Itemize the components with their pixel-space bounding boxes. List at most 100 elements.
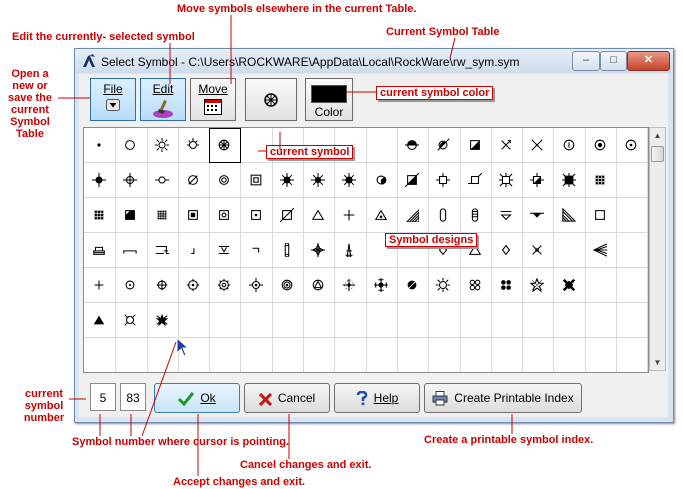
symbol-cell[interactable] — [365, 163, 398, 198]
symbol-cell[interactable] — [241, 338, 273, 372]
symbol-cell[interactable] — [428, 198, 461, 233]
symbol-cell[interactable] — [397, 338, 430, 372]
move-button[interactable]: Move — [190, 78, 236, 121]
symbol-cell[interactable] — [428, 303, 461, 338]
symbol-cell[interactable] — [146, 268, 179, 303]
symbol-cell[interactable] — [459, 268, 492, 303]
symbol-cell[interactable] — [334, 233, 367, 268]
symbol-cell[interactable] — [177, 198, 211, 233]
color-button[interactable]: Color — [305, 78, 353, 121]
symbol-cell[interactable] — [553, 163, 586, 198]
scroll-up-arrow-icon[interactable]: ▲ — [650, 128, 665, 143]
symbol-cell[interactable] — [84, 303, 117, 338]
edit-button[interactable]: Edit — [140, 78, 186, 121]
symbol-cell[interactable] — [272, 338, 305, 372]
symbol-cell[interactable] — [490, 163, 524, 198]
symbol-cell[interactable] — [209, 128, 242, 163]
cancel-button[interactable]: Cancel — [244, 383, 330, 413]
symbol-cell[interactable] — [303, 268, 336, 303]
create-printable-index-button[interactable]: Create Printable Index — [424, 383, 582, 413]
symbol-cell[interactable] — [459, 198, 492, 233]
symbol-cell[interactable] — [240, 268, 273, 303]
symbol-cell[interactable] — [397, 198, 430, 233]
symbol-cell[interactable] — [616, 128, 648, 163]
symbol-cell[interactable] — [584, 233, 618, 268]
symbol-cell[interactable] — [522, 128, 555, 163]
symbol-cell[interactable] — [271, 163, 305, 198]
symbol-cell[interactable] — [553, 198, 586, 233]
vertical-scrollbar[interactable]: ▲ ▼ — [649, 127, 666, 371]
scroll-thumb[interactable] — [651, 146, 664, 162]
symbol-cell[interactable] — [365, 198, 398, 233]
symbol-cell[interactable] — [271, 233, 305, 268]
symbol-cell[interactable] — [303, 163, 336, 198]
symbol-cell[interactable] — [271, 303, 305, 338]
symbol-cell[interactable] — [334, 163, 367, 198]
symbol-cell[interactable] — [616, 233, 648, 268]
file-button[interactable]: File — [90, 78, 136, 121]
symbol-cell[interactable] — [428, 163, 461, 198]
symbol-cell[interactable] — [522, 163, 555, 198]
symbol-cell[interactable] — [365, 268, 398, 303]
symbol-cell[interactable] — [209, 233, 242, 268]
symbol-cell[interactable] — [177, 303, 211, 338]
close-button[interactable]: ✕ — [627, 51, 670, 71]
symbol-cell[interactable] — [146, 198, 179, 233]
symbol-cell[interactable] — [397, 163, 430, 198]
symbol-cell[interactable] — [397, 128, 430, 163]
symbol-cell[interactable] — [584, 303, 618, 338]
scroll-down-arrow-icon[interactable]: ▼ — [650, 355, 665, 370]
symbol-cell[interactable] — [553, 268, 586, 303]
symbol-cell[interactable] — [240, 198, 273, 233]
title-bar[interactable]: Select Symbol - C:\Users\ROCKWARE\AppDat… — [75, 49, 673, 73]
symbol-cell[interactable] — [522, 198, 555, 233]
symbol-cell[interactable] — [490, 198, 524, 233]
symbol-cell[interactable] — [553, 303, 586, 338]
symbol-cell[interactable] — [209, 163, 242, 198]
symbol-cell[interactable] — [209, 268, 242, 303]
help-button[interactable]: Help — [334, 383, 420, 413]
symbol-cell[interactable] — [115, 163, 148, 198]
symbol-cell[interactable] — [303, 233, 336, 268]
symbol-cell[interactable] — [115, 128, 148, 163]
symbol-cell[interactable] — [366, 338, 398, 372]
symbol-cell[interactable] — [209, 338, 242, 372]
symbol-cell[interactable] — [522, 338, 555, 372]
symbol-cell[interactable] — [522, 268, 555, 303]
symbol-cell[interactable] — [84, 233, 117, 268]
symbol-cell[interactable] — [490, 233, 524, 268]
symbol-cell[interactable] — [616, 338, 648, 372]
symbol-cell[interactable] — [490, 268, 524, 303]
symbol-cell[interactable] — [303, 303, 336, 338]
symbol-cell[interactable] — [271, 268, 305, 303]
symbol-cell[interactable] — [84, 198, 117, 233]
symbol-cell[interactable] — [84, 338, 117, 372]
symbol-cell[interactable] — [553, 128, 586, 163]
symbol-cell[interactable] — [115, 198, 148, 233]
symbol-cell[interactable] — [334, 198, 367, 233]
symbol-cell[interactable] — [209, 198, 242, 233]
symbol-cell[interactable] — [522, 303, 555, 338]
symbol-cell[interactable] — [584, 198, 618, 233]
symbol-cell[interactable] — [147, 338, 179, 372]
symbol-cell[interactable] — [334, 303, 367, 338]
symbol-cell[interactable] — [271, 198, 305, 233]
symbol-cell[interactable] — [490, 303, 524, 338]
symbol-cell[interactable] — [616, 268, 648, 303]
symbol-cell[interactable] — [240, 163, 273, 198]
symbol-cell[interactable] — [460, 338, 492, 372]
symbol-cell[interactable] — [490, 128, 524, 163]
symbol-cell[interactable] — [146, 233, 179, 268]
symbol-cell[interactable] — [585, 338, 618, 372]
symbol-cell[interactable] — [397, 303, 430, 338]
minimize-button[interactable]: ‒ — [572, 51, 600, 71]
symbol-cell[interactable] — [303, 338, 336, 372]
symbol-cell[interactable] — [428, 128, 461, 163]
symbol-cell[interactable] — [209, 303, 242, 338]
symbol-cell[interactable] — [240, 233, 273, 268]
symbol-cell[interactable] — [459, 163, 492, 198]
symbol-cell[interactable] — [303, 198, 336, 233]
maximize-button[interactable]: □ — [600, 51, 627, 71]
symbol-cell[interactable] — [115, 233, 148, 268]
symbol-cell[interactable] — [616, 303, 648, 338]
